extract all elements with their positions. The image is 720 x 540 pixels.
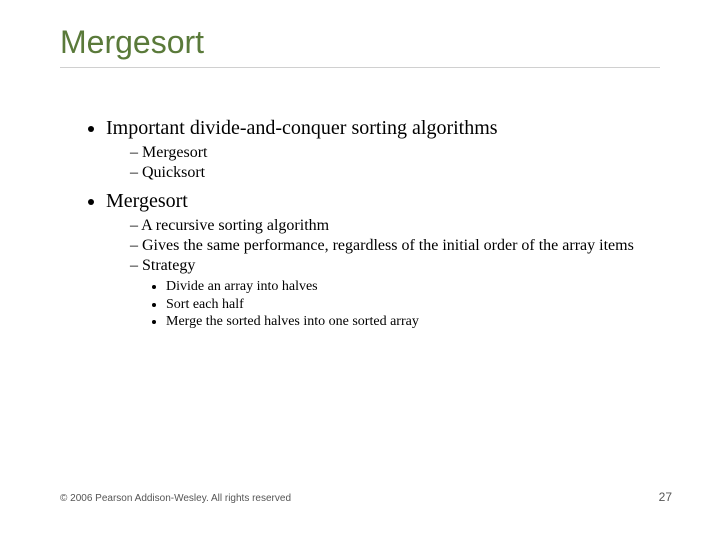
bullet-text: Important divide-and-conquer sorting alg… bbox=[106, 117, 498, 139]
content-area: Important divide-and-conquer sorting alg… bbox=[60, 116, 660, 331]
bullet-text: Mergesort bbox=[106, 190, 188, 212]
sub-bullet-text: Quicksort bbox=[142, 164, 205, 181]
subsub-bullet-text: Merge the sorted halves into one sorted … bbox=[166, 314, 419, 329]
bullet-list-level3: Divide an array into halves Sort each ha… bbox=[130, 278, 660, 331]
bullet-item: Important divide-and-conquer sorting alg… bbox=[106, 116, 660, 183]
sub-bullet-item: Mergesort bbox=[130, 143, 660, 163]
subsub-bullet-item: Divide an array into halves bbox=[166, 278, 660, 296]
title-rule bbox=[60, 67, 660, 68]
bullet-list-level2: Mergesort Quicksort bbox=[106, 143, 660, 183]
slide: Mergesort Important divide-and-conquer s… bbox=[0, 0, 720, 540]
page-number: 27 bbox=[659, 490, 672, 504]
sub-bullet-item: Strategy Divide an array into halves Sor… bbox=[130, 256, 660, 331]
sub-bullet-text: Gives the same performance, regardless o… bbox=[142, 237, 634, 254]
subsub-bullet-item: Merge the sorted halves into one sorted … bbox=[166, 313, 660, 331]
sub-bullet-item: A recursive sorting algorithm bbox=[130, 216, 660, 236]
bullet-list-level1: Important divide-and-conquer sorting alg… bbox=[60, 116, 660, 331]
sub-bullet-text: Mergesort bbox=[142, 144, 207, 161]
subsub-bullet-text: Divide an array into halves bbox=[166, 279, 318, 294]
bullet-item: Mergesort A recursive sorting algorithm … bbox=[106, 189, 660, 331]
sub-bullet-item: Quicksort bbox=[130, 163, 660, 183]
bullet-list-level2: A recursive sorting algorithm Gives the … bbox=[106, 216, 660, 331]
sub-bullet-text: Strategy bbox=[142, 257, 195, 274]
sub-bullet-item: Gives the same performance, regardless o… bbox=[130, 236, 660, 256]
copyright-text: © 2006 Pearson Addison-Wesley. All right… bbox=[60, 493, 291, 504]
slide-title: Mergesort bbox=[60, 24, 660, 61]
subsub-bullet-item: Sort each half bbox=[166, 296, 660, 314]
subsub-bullet-text: Sort each half bbox=[166, 297, 244, 312]
sub-bullet-text: A recursive sorting algorithm bbox=[141, 217, 329, 234]
